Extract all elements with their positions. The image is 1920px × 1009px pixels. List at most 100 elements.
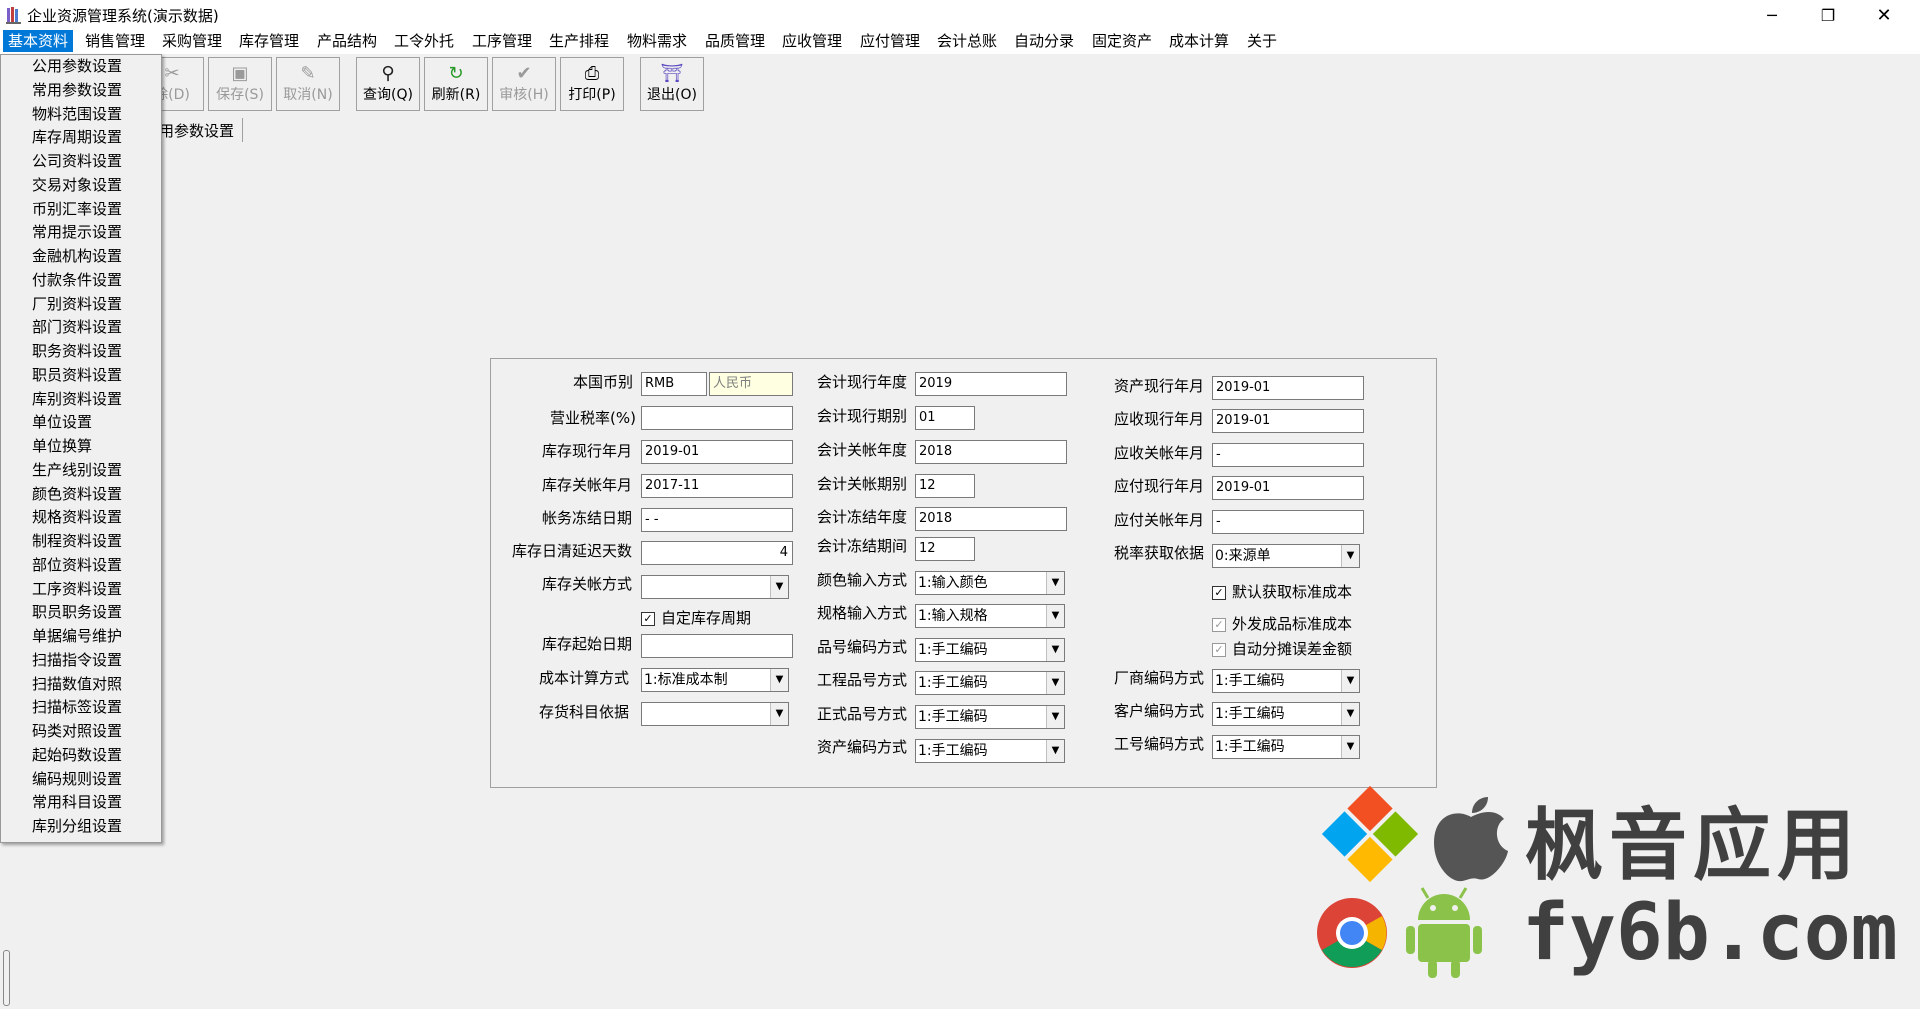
menu-bom[interactable]: 产品结构 (312, 30, 382, 52)
ar-current-field[interactable]: 2019-01 (1212, 409, 1364, 433)
dropdown-item[interactable]: 部门资料设置 (1, 316, 161, 340)
menu-quality[interactable]: 品质管理 (700, 30, 770, 52)
dropdown-item[interactable]: 职员职务设置 (1, 601, 161, 625)
formal-code-select[interactable]: 1:手工编码 ▼ (915, 705, 1065, 729)
dropdown-item[interactable]: 库别资料设置 (1, 388, 161, 412)
exit-button[interactable]: ⛩ 退出(O) (640, 57, 704, 111)
menu-purchase[interactable]: 采购管理 (157, 30, 227, 52)
cancel-button[interactable]: ✎ 取消(N) (276, 57, 340, 111)
save-button[interactable]: ▣ 保存(S) (208, 57, 272, 111)
menu-basic-data[interactable]: 基本资料 (3, 30, 74, 52)
dropdown-item[interactable]: 扫描标签设置 (1, 696, 161, 720)
windows-logo-icon (1321, 785, 1419, 883)
refresh-button[interactable]: ↻ 刷新(R) (424, 57, 488, 111)
dropdown-item[interactable]: 单位换算 (1, 435, 161, 459)
dropdown-item[interactable]: 编码规则设置 (1, 768, 161, 792)
menu-scheduling[interactable]: 生产排程 (544, 30, 614, 52)
dropdown-item[interactable]: 工序资料设置 (1, 578, 161, 602)
menu-ledger[interactable]: 会计总账 (932, 30, 1002, 52)
ar-close-field[interactable]: - (1212, 443, 1364, 467)
customer-code-select[interactable]: 1:手工编码 ▼ (1212, 702, 1360, 726)
dropdown-item[interactable]: 金融机构设置 (1, 245, 161, 269)
dropdown-item[interactable]: 常用科目设置 (1, 791, 161, 815)
color-input-select[interactable]: 1:输入颜色 ▼ (915, 571, 1065, 595)
asset-current-field[interactable]: 2019-01 (1212, 376, 1364, 400)
eng-code-select[interactable]: 1:手工编码 ▼ (915, 671, 1065, 695)
menu-auto-entry[interactable]: 自动分录 (1009, 30, 1079, 52)
dropdown-item[interactable]: 生产线别设置 (1, 459, 161, 483)
acc-period-field[interactable]: 01 (915, 406, 975, 430)
dropdown-item[interactable]: 公司资料设置 (1, 150, 161, 174)
dropdown-item[interactable]: 扫描数值对照 (1, 673, 161, 697)
currency-code-field[interactable]: RMB (641, 372, 707, 396)
acc-freeze-year-field[interactable]: 2018 (915, 507, 1067, 531)
dropdown-item[interactable]: 库存周期设置 (1, 126, 161, 150)
print-button[interactable]: ⎙ 打印(P) (560, 57, 624, 111)
acc-close-period-field[interactable]: 12 (915, 474, 975, 498)
approve-button[interactable]: ✔ 审核(H) (492, 57, 556, 111)
dropdown-item[interactable]: 起始码数设置 (1, 744, 161, 768)
dropdown-item[interactable]: 单位设置 (1, 411, 161, 435)
job-code-select[interactable]: 1:手工编码 ▼ (1212, 735, 1360, 759)
tax-rate-field[interactable] (641, 406, 793, 430)
dropdown-item[interactable]: 颜色资料设置 (1, 483, 161, 507)
close-button[interactable]: ✕ (1856, 0, 1912, 30)
chevron-down-icon: ▼ (1341, 670, 1359, 692)
vendor-code-select[interactable]: 1:手工编码 ▼ (1212, 669, 1360, 693)
menu-payable[interactable]: 应付管理 (855, 30, 925, 52)
dropdown-item[interactable]: 单据编号维护 (1, 625, 161, 649)
menu-sales[interactable]: 销售管理 (80, 30, 150, 52)
dropdown-item[interactable]: 常用提示设置 (1, 221, 161, 245)
cost-method-select[interactable]: 1:标准成本制 ▼ (641, 668, 789, 692)
chevron-down-icon: ▼ (1046, 740, 1064, 762)
ap-close-field[interactable]: - (1212, 510, 1364, 534)
dropdown-item[interactable]: 付款条件设置 (1, 269, 161, 293)
ap-current-field[interactable]: 2019-01 (1212, 476, 1364, 500)
dropdown-item[interactable]: 币别汇率设置 (1, 198, 161, 222)
stock-subject-select[interactable]: ▼ (641, 702, 789, 726)
chevron-down-icon: ▼ (770, 669, 788, 691)
default-std-cost-checkbox[interactable]: ✓ 默认获取标准成本 (1212, 581, 1352, 602)
inventory-close-field[interactable]: 2017-11 (641, 474, 793, 498)
dropdown-item[interactable]: 公用参数设置 (1, 55, 161, 79)
minimize-button[interactable]: ─ (1744, 0, 1800, 30)
menu-receivable[interactable]: 应收管理 (777, 30, 847, 52)
dropdown-item[interactable]: 交易对象设置 (1, 174, 161, 198)
menu-mrp[interactable]: 物料需求 (622, 30, 692, 52)
dropdown-item[interactable]: 常用参数设置 (1, 79, 161, 103)
acc-close-year-field[interactable]: 2018 (915, 440, 1067, 464)
dropdown-item[interactable]: 职员资料设置 (1, 364, 161, 388)
start-date-field[interactable] (641, 634, 793, 658)
dropdown-item[interactable]: 职务资料设置 (1, 340, 161, 364)
menu-outsource[interactable]: 工令外托 (389, 30, 459, 52)
acc-freeze-period-field[interactable]: 12 (915, 537, 975, 561)
freeze-date-field[interactable]: - - (641, 508, 793, 532)
restore-button[interactable]: ❐ (1800, 0, 1856, 30)
dropdown-item[interactable]: 制程资料设置 (1, 530, 161, 554)
auto-diff-checkbox[interactable]: ✓ 自动分摊误差金额 (1212, 638, 1352, 659)
menu-fixed-assets[interactable]: 固定资产 (1087, 30, 1157, 52)
dropdown-item[interactable]: 部位资料设置 (1, 554, 161, 578)
query-button[interactable]: ⚲ 查询(Q) (356, 57, 420, 111)
status-scroll-thumb[interactable] (3, 950, 10, 1006)
menu-process[interactable]: 工序管理 (467, 30, 537, 52)
asset-code-select[interactable]: 1:手工编码 ▼ (915, 739, 1065, 763)
close-method-select[interactable]: ▼ (641, 575, 789, 599)
tax-basis-select[interactable]: 0:来源单 ▼ (1212, 544, 1360, 568)
dropdown-item[interactable]: 库别分组设置 (1, 815, 161, 839)
spec-input-select[interactable]: 1:输入规格 ▼ (915, 604, 1065, 628)
menu-costing[interactable]: 成本计算 (1164, 30, 1234, 52)
dropdown-item[interactable]: 物料范围设置 (1, 103, 161, 127)
outsource-std-cost-checkbox[interactable]: ✓ 外发成品标准成本 (1212, 613, 1352, 634)
dropdown-item[interactable]: 规格资料设置 (1, 506, 161, 530)
dropdown-item[interactable]: 厂别资料设置 (1, 293, 161, 317)
delay-days-field[interactable]: 4 (641, 541, 793, 565)
dropdown-item[interactable]: 扫描指令设置 (1, 649, 161, 673)
menu-inventory[interactable]: 库存管理 (234, 30, 304, 52)
acc-year-field[interactable]: 2019 (915, 372, 1067, 396)
item-code-select[interactable]: 1:手工编码 ▼ (915, 638, 1065, 662)
inventory-current-field[interactable]: 2019-01 (641, 440, 793, 464)
menu-about[interactable]: 关于 (1242, 30, 1282, 52)
custom-period-checkbox[interactable]: ✓ 自定库存周期 (641, 607, 751, 628)
dropdown-item[interactable]: 码类对照设置 (1, 720, 161, 744)
